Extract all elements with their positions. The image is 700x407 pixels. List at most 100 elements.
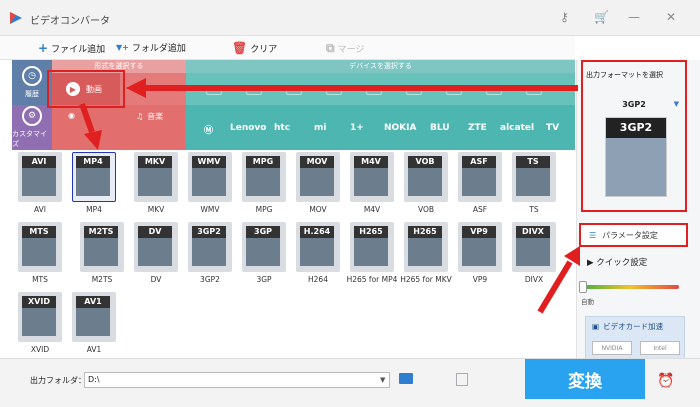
- itunes-icon: [354, 168, 388, 196]
- open-folder-icon[interactable]: [456, 373, 468, 386]
- auto-label: 自動: [581, 298, 594, 306]
- add-folder-button[interactable]: ▼+ フォルダ追加: [116, 41, 186, 54]
- window-title: ビデオコンバータ: [30, 16, 110, 27]
- disc-icon: [408, 168, 442, 196]
- format-tile[interactable]: AV1 AV1: [66, 292, 116, 362]
- film-icon: [246, 168, 280, 196]
- camcorder-icon: [138, 238, 172, 266]
- intel-badge[interactable]: Intel: [640, 341, 680, 355]
- output-folder-label: 出力フォルダ：: [30, 376, 86, 385]
- app-logo-icon: [10, 12, 22, 24]
- film-icon: [192, 168, 226, 196]
- encoder-icon: [22, 308, 56, 336]
- close-icon[interactable]: ✕: [666, 10, 676, 24]
- phone-icon: [192, 238, 226, 266]
- nvidia-badge[interactable]: NVIDIA: [592, 341, 632, 355]
- format-tile[interactable]: DV DV: [128, 222, 178, 292]
- format-tile[interactable]: H265 H265 for MKV: [398, 222, 452, 292]
- brand-nokia[interactable]: NOKIA: [384, 123, 416, 133]
- output-format-selector[interactable]: 出力フォーマットを選択 3GP2 ▼ 3GP2: [581, 60, 687, 212]
- plus-icon: +: [38, 41, 49, 55]
- format-tile[interactable]: 3GP 3GP: [236, 222, 286, 292]
- music-icon: ♫: [136, 112, 144, 121]
- folder-icon[interactable]: [399, 373, 413, 384]
- format-tile[interactable]: VOB VOB: [398, 152, 448, 222]
- key-icon[interactable]: ⚷: [560, 10, 569, 24]
- audio-category[interactable]: ♫ 音楽: [136, 111, 163, 122]
- format-tile[interactable]: M2TS M2TS: [74, 222, 124, 292]
- format-tile[interactable]: MPG MPG: [236, 152, 286, 222]
- camcorder-icon: [22, 238, 56, 266]
- encoder-icon: [408, 238, 442, 266]
- encoder-icon: [300, 238, 334, 266]
- brand-htc[interactable]: htc: [274, 123, 290, 133]
- film-icon: [76, 168, 110, 196]
- quality-slider[interactable]: [581, 285, 679, 289]
- merge-icon: ⧉: [326, 41, 335, 55]
- format-header: 形式を選択する: [52, 60, 186, 73]
- gpu-acceleration-toggle[interactable]: ▣ ビデオカード加速: [592, 321, 663, 332]
- format-tile[interactable]: WMV WMV: [182, 152, 232, 222]
- sliders-icon: ☰: [589, 230, 597, 240]
- format-tile[interactable]: VP9 VP9: [452, 222, 502, 292]
- cart-icon[interactable]: 🛒: [594, 10, 609, 24]
- add-file-button[interactable]: + ファイル追加: [38, 41, 105, 55]
- camcorder-icon: [84, 238, 118, 266]
- format-tile[interactable]: XVID XVID: [12, 292, 62, 362]
- format-tile[interactable]: ASF ASF: [452, 152, 502, 222]
- format-tile[interactable]: MTS MTS: [12, 222, 62, 292]
- convert-button[interactable]: 変換: [525, 359, 645, 399]
- dropdown-icon[interactable]: ▼: [674, 100, 679, 108]
- format-tile[interactable]: DIVX DIVX: [506, 222, 556, 292]
- divx-icon: [516, 238, 550, 266]
- format-tile[interactable]: M4V M4V: [344, 152, 394, 222]
- output-format: 3GP2: [622, 100, 646, 109]
- motorola-icon[interactable]: Ⓜ: [204, 123, 213, 136]
- format-tile[interactable]: MOV MOV: [290, 152, 340, 222]
- quicktime-icon: [300, 168, 334, 196]
- chrome-icon: ◉: [68, 111, 75, 120]
- alarm-icon[interactable]: ⏰: [657, 373, 674, 389]
- matroska-icon: [138, 168, 172, 196]
- custom-tab[interactable]: ⚙ カスタマイズ: [12, 105, 52, 150]
- encoder-icon: [354, 238, 388, 266]
- brand-blu[interactable]: BLU: [430, 123, 450, 133]
- brand-lenovo[interactable]: Lenovo: [230, 123, 266, 133]
- chevron-down-icon[interactable]: ▼: [380, 376, 385, 384]
- minimize-icon[interactable]: —: [628, 10, 640, 24]
- right-panel: 出力フォーマットを選択 3GP2 ▼ 3GP2 ☰ パラメータ設定 ▶ クイック設…: [576, 60, 700, 360]
- format-tile[interactable]: H265 H265 for MP4: [344, 222, 397, 292]
- brand-mi[interactable]: mi: [314, 123, 326, 133]
- brand-tv[interactable]: TV: [546, 123, 559, 133]
- title-bar: ビデオコンバータ ⚷ 🛒 — ✕: [0, 0, 700, 36]
- video-category[interactable]: ▶ 動画: [52, 73, 120, 105]
- brand-zte[interactable]: ZTE: [468, 123, 487, 133]
- gpu-panel: ▣ ビデオカード加速 NVIDIA Intel: [585, 316, 685, 360]
- brand-oneplus[interactable]: 1+: [350, 123, 364, 133]
- format-tile[interactable]: 3GP2 3GP2: [182, 222, 232, 292]
- slider-handle[interactable]: [579, 281, 587, 293]
- format-tile-selected[interactable]: MP4 MP4: [66, 152, 116, 222]
- clock-icon: ◷: [22, 66, 42, 86]
- output-title: 出力フォーマットを選択: [586, 71, 663, 79]
- format-tile[interactable]: H.264 H264: [290, 222, 340, 292]
- format-tile[interactable]: MKV MKV: [128, 152, 178, 222]
- phone-icon: [606, 138, 666, 196]
- brand-alcatel[interactable]: alcatel: [500, 123, 534, 133]
- web-category[interactable]: ◉: [68, 111, 75, 120]
- film-icon: [22, 168, 56, 196]
- chip-icon: ▣: [592, 322, 600, 331]
- clear-button[interactable]: 🗑 クリア: [232, 41, 277, 55]
- format-tile[interactable]: TS TS: [506, 152, 556, 222]
- history-tab[interactable]: ◷ 履歴: [12, 60, 52, 105]
- format-tile[interactable]: AVI AVI: [12, 152, 62, 222]
- format-grid: AVI AVI MP4 MP4 MKV MKV WMV WMV MPG MPG MOV MO…: [12, 152, 575, 358]
- encoder-icon: [76, 308, 110, 336]
- output-folder-input[interactable]: D:\: [84, 372, 390, 388]
- quick-settings-label: ▶ クイック設定: [587, 258, 648, 268]
- output-format-icon: 3GP2: [605, 117, 667, 197]
- parameter-settings-button[interactable]: ☰ パラメータ設定: [579, 223, 688, 247]
- arrow-icon: ▶: [587, 258, 597, 268]
- toolbar: + ファイル追加 ▼+ フォルダ追加 🗑 クリア ⧉ マージ: [0, 36, 575, 60]
- merge-button[interactable]: ⧉ マージ: [326, 41, 364, 56]
